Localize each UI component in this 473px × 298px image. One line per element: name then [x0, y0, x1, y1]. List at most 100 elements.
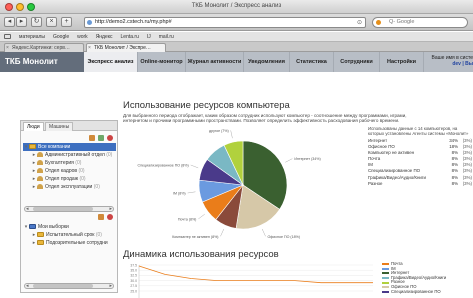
back-button[interactable]: ◂ — [4, 17, 15, 27]
search-placeholder: Q- Google — [389, 19, 415, 25]
user-info: Ваше имя в систе dev | Вы — [430, 55, 473, 67]
bookmark-ij[interactable]: IJ — [147, 34, 151, 40]
nav-activity-log[interactable]: Журнал активности — [186, 52, 244, 72]
app-logo[interactable]: ТКБ Монолит — [0, 52, 84, 72]
tab-close-icon[interactable]: × — [6, 44, 9, 52]
users-icon[interactable] — [89, 135, 95, 141]
nav-express-analysis[interactable]: Экспресс анализ — [84, 52, 138, 72]
legend-swatch — [382, 286, 389, 289]
new-tab-button[interactable]: + — [61, 17, 72, 27]
scrollbar-thumb[interactable] — [33, 284, 93, 288]
y-tick-label: 30.0 — [130, 279, 137, 283]
legend-swatch — [382, 281, 389, 284]
address-bar[interactable]: http://demo2.cstech.ru/my.php# ⊙ — [84, 17, 366, 28]
delete-selection-icon[interactable] — [107, 214, 113, 220]
add-icon[interactable] — [98, 135, 104, 141]
bookmark-lenta[interactable]: Lenta.ru — [121, 34, 139, 40]
resource-usage-description: Для выбранного периода отображает, каким… — [123, 113, 407, 124]
scroll-left-icon[interactable]: ◂ — [26, 206, 29, 212]
bookmark-google[interactable]: Google — [53, 34, 69, 40]
tab-label: ТКБ Монолит / Экспре… — [94, 45, 151, 51]
legend-series-name: Специализированное ПО — [391, 288, 441, 294]
nav-employees[interactable]: Сотрудники — [334, 52, 380, 72]
tree-item-my-selections[interactable]: ▾ Мои выборки — [23, 223, 116, 231]
pie-slice-label: Офисное ПО (18%) — [268, 235, 301, 239]
tab-close-icon[interactable]: × — [88, 44, 91, 52]
bookmarks-bar: материалы Google work Яндекс Lenta.ru IJ… — [0, 32, 473, 42]
department-icon — [37, 151, 43, 157]
site-globe-icon — [87, 20, 92, 25]
pie-label-leader — [198, 213, 205, 220]
forward-arrow-icon: ▸ — [19, 18, 24, 25]
scroll-right-icon[interactable]: ▸ — [109, 206, 112, 212]
back-arrow-icon: ◂ — [7, 18, 12, 25]
tree-item-sales[interactable]: ▸ Отдел продаж (0) — [23, 175, 116, 183]
bookmark-yandex[interactable]: Яндекс — [96, 34, 113, 40]
series-line-0 — [138, 265, 373, 284]
tab-people[interactable]: Люди — [23, 122, 44, 131]
bookmark-materials[interactable]: материалы — [19, 34, 45, 40]
search-field[interactable]: Q- Google — [372, 17, 468, 28]
pie-legend: Использованы данные с 14 компьютеров, на… — [368, 126, 472, 187]
tree-item-probation[interactable]: ▸ Испытательный срок (0) — [23, 231, 116, 239]
legend-intro-text: Использованы данные с 14 компьютеров, на… — [368, 126, 469, 136]
add-selection-icon[interactable] — [98, 214, 104, 220]
tree-item-admin[interactable]: ▸ Административный отдел (0) — [23, 151, 116, 159]
legend-swatch — [382, 272, 389, 275]
nav-settings[interactable]: Настройки — [380, 52, 424, 72]
scroll-right-icon[interactable]: ▸ — [109, 283, 112, 289]
pie-label-leader — [190, 164, 199, 169]
forward-button[interactable]: ▸ — [16, 17, 27, 27]
y-tick-label: 35.0 — [130, 269, 137, 273]
tree-item-hr[interactable]: ▸ Отдел кадров (0) — [23, 167, 116, 175]
pie-slice-label: IM (8%) — [173, 192, 186, 196]
tree-item-all-companies[interactable]: ▾ Все компании — [23, 143, 116, 151]
pie-label-leader — [220, 228, 224, 237]
y-tick-label: 37.5 — [130, 263, 137, 267]
dynamics-title: Динамика использования ресурсов — [123, 249, 279, 260]
legend-row: Разное 8% (3%) — [368, 181, 472, 187]
bookmark-mail[interactable]: mail.ru — [159, 34, 174, 40]
pie-slice-label: Специализированное ПО (8%) — [138, 164, 189, 168]
tab-machines[interactable]: Машины — [45, 122, 74, 131]
nav-statistics[interactable]: Статистика — [290, 52, 334, 72]
tree-item-operations[interactable]: ▸ Отдел эксплуатации (0) — [23, 183, 116, 191]
folder-icon — [37, 239, 44, 245]
delete-icon[interactable] — [107, 135, 113, 141]
dynamics-legend-item[interactable]: Специализированное ПО — [382, 288, 472, 295]
selections-horizontal-scrollbar[interactable]: ◂ ▸ — [24, 283, 114, 289]
open-book-icon[interactable] — [4, 34, 11, 39]
tree-item-accounting[interactable]: ▸ Бухгалтерия (0) — [23, 159, 116, 167]
y-tick-label: 25.0 — [130, 289, 137, 293]
user-account-link[interactable]: dev | Вы — [430, 61, 473, 67]
tree-item-suspicious[interactable]: ▸ Подозрительные сотрудни — [23, 239, 116, 247]
legend-category-count: (3%) — [462, 180, 472, 186]
resource-pie-chart: Интернет (34%) Офисное ПО (18%) Компьютер … — [138, 129, 321, 239]
scroll-left-icon[interactable]: ◂ — [26, 283, 29, 289]
pie-slice-label: Почта (8%) — [178, 217, 197, 221]
plus-icon: + — [64, 18, 69, 25]
pie-label-leader — [262, 228, 266, 237]
scrollbar-thumb[interactable] — [33, 207, 93, 211]
app-header: ТКБ Монолит Экспресс анализ Online-монит… — [0, 52, 473, 72]
search-engine-icon — [376, 20, 381, 25]
reload-button[interactable]: ↻ — [31, 17, 42, 27]
pie-label-leader — [230, 130, 233, 139]
reload-icon: ↻ — [33, 18, 40, 25]
stop-button[interactable]: × — [46, 17, 57, 27]
tree-horizontal-scrollbar[interactable]: ◂ ▸ — [24, 206, 114, 212]
pie-label-leader — [187, 191, 196, 194]
left-panel: Люди Машины ▾ Все компании ▸ Административ… — [20, 120, 118, 293]
bookmark-work[interactable]: work — [77, 34, 88, 40]
rss-icon[interactable]: ⊙ — [357, 19, 362, 28]
pie-slice-label: Компьютер не активен (8%) — [172, 235, 218, 239]
nav-online-monitor[interactable]: Online-монитор — [138, 52, 186, 72]
tab-yandex-images[interactable]: × Яндекс.Картинки: серв… — [4, 43, 84, 52]
company-tree: ▾ Все компании ▸ Административный отдел (0… — [23, 143, 116, 191]
close-icon: × — [49, 18, 54, 25]
tab-monolit[interactable]: × ТКБ Монолит / Экспре… — [86, 43, 166, 52]
department-icon — [37, 183, 43, 189]
nav-notifications[interactable]: Уведомления — [244, 52, 290, 72]
pie-slice-label: Интернет (34%) — [294, 157, 320, 161]
legend-swatch — [382, 290, 389, 293]
